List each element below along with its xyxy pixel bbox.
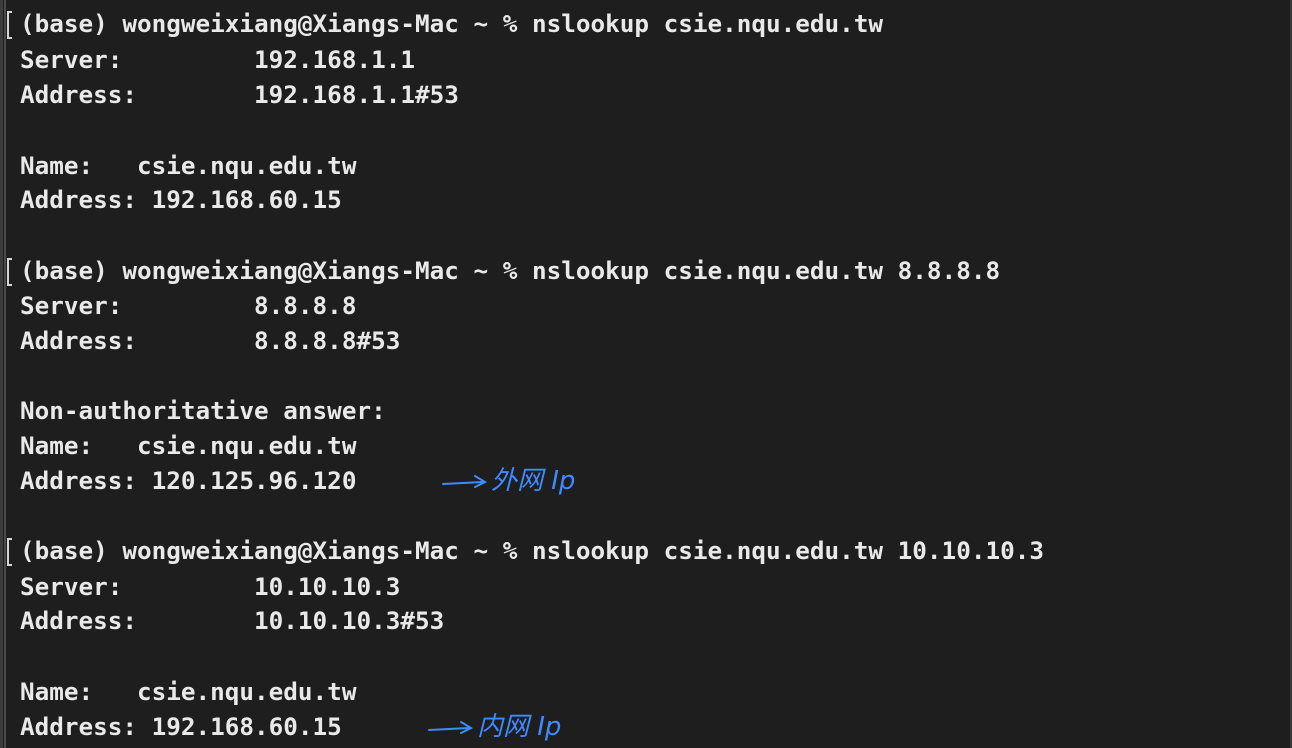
prompt-marker	[7, 538, 12, 566]
address-line: Address: 192.168.1.1#53	[20, 80, 459, 109]
prompt-line: (base) wongweixiang@Xiangs-Mac ~ % nsloo…	[20, 536, 1044, 565]
external-ip-note: 外网 Ip	[491, 466, 576, 496]
result-address-line: Address: 120.125.96.120	[20, 466, 357, 495]
arrow-right-icon	[428, 720, 474, 734]
internal-ip-annotation: 内网 Ip	[427, 709, 561, 745]
result-address-line: Address: 192.168.60.15	[20, 712, 342, 741]
name-line: Name: csie.nqu.edu.tw	[20, 431, 357, 460]
address-line: Address: 10.10.10.3#53	[20, 606, 445, 635]
address-line: Address: 8.8.8.8#53	[20, 326, 401, 355]
prompt-marker	[7, 11, 12, 39]
external-ip-annotation: 外网 Ip	[441, 463, 575, 499]
name-line: Name: csie.nqu.edu.tw	[20, 151, 357, 180]
server-line: Server: 8.8.8.8	[20, 291, 357, 320]
prompt-line: (base) wongweixiang@Xiangs-Mac ~ % nsloo…	[20, 256, 1001, 285]
server-line: Server: 10.10.10.3	[20, 572, 401, 601]
prompt-marker	[7, 258, 12, 286]
prompt-line: (base) wongweixiang@Xiangs-Mac ~ % nsloo…	[20, 9, 884, 38]
arrow-right-icon	[442, 474, 488, 488]
non-authoritative-line: Non-authoritative answer:	[20, 396, 386, 425]
terminal-window[interactable]: (base) wongweixiang@Xiangs-Mac ~ % nsloo…	[0, 0, 1292, 748]
server-line: Server: 192.168.1.1	[20, 45, 415, 74]
result-address-line: Address: 192.168.60.15	[20, 185, 342, 214]
internal-ip-note: 内网 Ip	[477, 712, 562, 742]
name-line: Name: csie.nqu.edu.tw	[20, 677, 357, 706]
window-edge	[4, 0, 6, 748]
